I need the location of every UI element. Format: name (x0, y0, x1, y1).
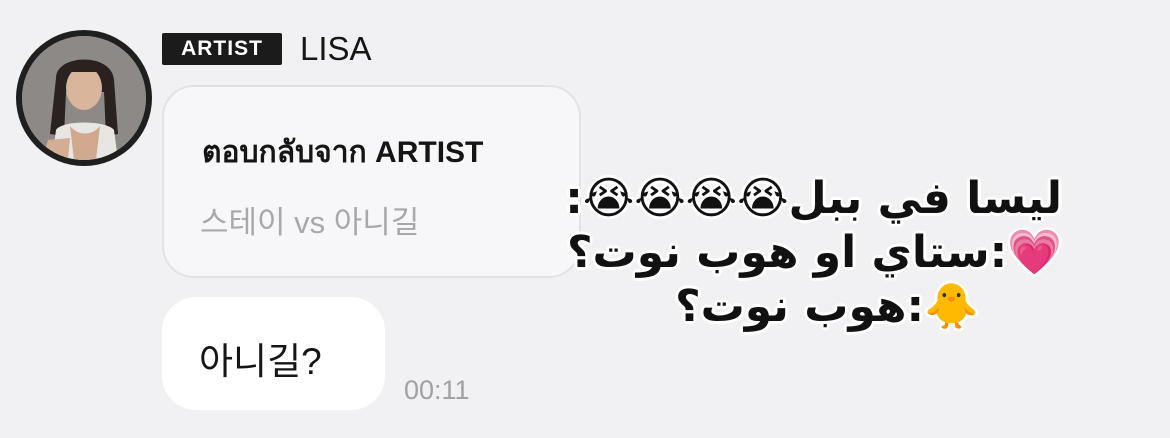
caption-overlay: ليسا في ببل😭😭😭😭: 💗:ستاي او هوب نوت؟ 🐥:هو… (565, 172, 1062, 340)
message-text: 아니길? (199, 341, 322, 382)
profile-photo-icon (22, 36, 146, 160)
caption-line: 🐥:هوب نوت؟ (675, 281, 979, 332)
caption-line: ليسا في ببل😭😭😭😭: (565, 173, 1062, 224)
reply-bubble[interactable]: ตอบกลับจาก ARTIST 스테이 vs 아니길 (162, 85, 581, 278)
reply-header: ตอบกลับจาก ARTIST (202, 136, 484, 169)
sender-name: LISA (300, 30, 372, 67)
caption-line: 💗:ستاي او هوب نوت؟ (567, 227, 1062, 278)
avatar-photo (22, 36, 146, 160)
quoted-message: 스테이 vs 아니길 (200, 205, 420, 240)
message-bubble[interactable]: 아니길? (162, 297, 385, 410)
message-timestamp: 00:11 (404, 375, 470, 405)
artist-badge: ARTIST (162, 33, 282, 65)
avatar[interactable] (16, 30, 152, 166)
